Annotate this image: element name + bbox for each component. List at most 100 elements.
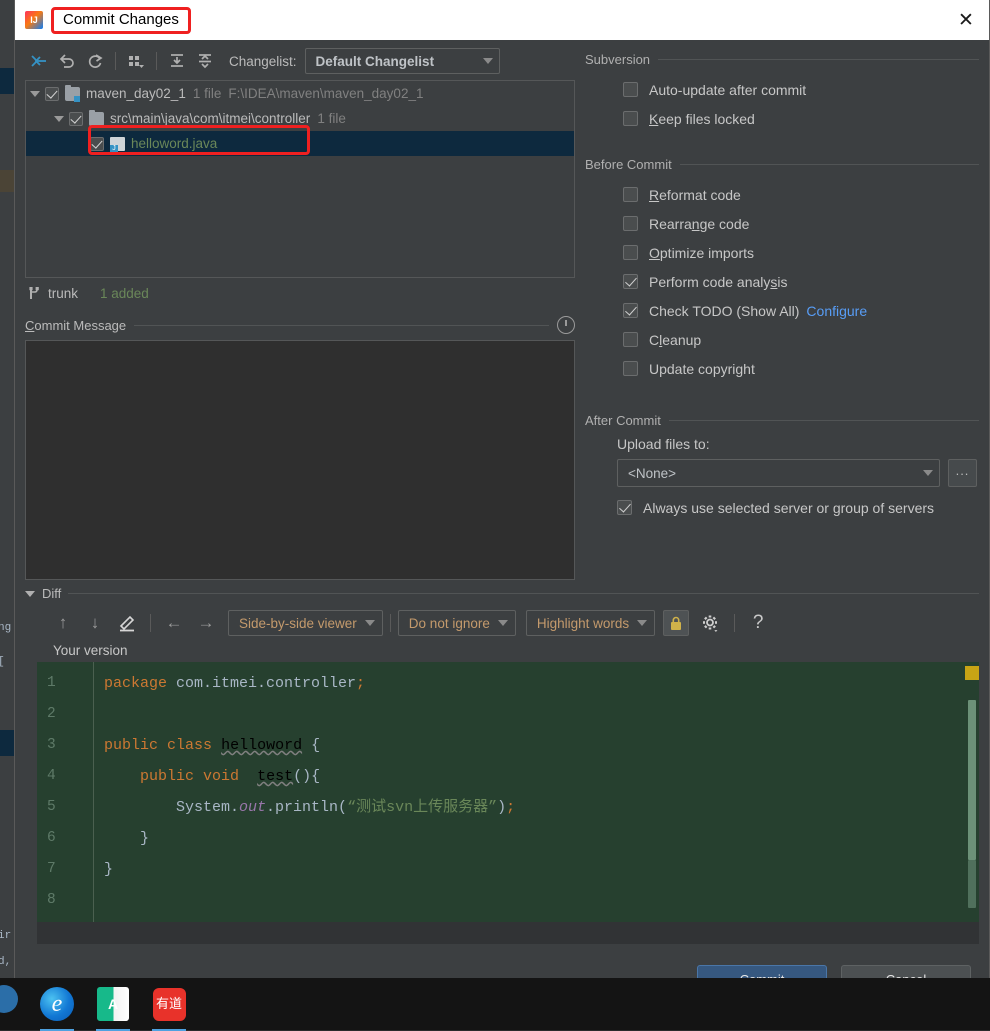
dialog-titlebar: Commit Changes ✕ (15, 0, 989, 40)
branch-icon (27, 286, 41, 301)
changelist-value: Default Changelist (316, 54, 435, 69)
code-token: ; (506, 799, 515, 816)
group-by-icon[interactable] (122, 48, 150, 74)
rollback-icon[interactable] (53, 48, 81, 74)
ignore-mode-dropdown[interactable]: Do not ignore (398, 610, 516, 636)
checkbox[interactable] (623, 187, 638, 202)
upload-files-to-label: Upload files to: (585, 436, 979, 452)
option-update-copyright[interactable]: Update copyright (585, 354, 979, 383)
collapse-all-icon[interactable] (191, 48, 219, 74)
taskbar-item-edge[interactable]: e (38, 985, 76, 1023)
taskbar-partial-icon[interactable] (4, 985, 20, 1023)
code-token: class (167, 737, 212, 754)
branch-status-row: trunk 1 added (25, 278, 575, 308)
code-content[interactable]: package com.itmei.controller; public cla… (94, 662, 979, 922)
scrollbar-thumb[interactable] (968, 700, 976, 860)
code-token: ; (356, 675, 365, 692)
code-token: ) (497, 799, 506, 816)
refresh-icon[interactable] (81, 48, 109, 74)
row-checkbox[interactable] (45, 87, 59, 101)
row-name: maven_day02_1 (86, 86, 186, 101)
line-number: 2 (37, 699, 93, 730)
option-rearrange-code[interactable]: Rearrange code (585, 209, 979, 238)
checkbox[interactable] (623, 303, 638, 318)
commit-changes-dialog: Commit Changes ✕ (14, 0, 990, 992)
checkbox[interactable] (623, 111, 638, 126)
next-difference-icon[interactable]: ↓ (79, 610, 111, 636)
checkbox[interactable] (617, 500, 632, 515)
line-number: 4 (37, 761, 93, 792)
ide-left-text-fragment-2: [ (0, 656, 5, 668)
clock-history-icon[interactable] (557, 316, 575, 334)
apply-left-icon[interactable]: ← (158, 610, 190, 636)
diff-section-header[interactable]: Diff (25, 586, 979, 601)
option-label: Always use selected server or group of s… (643, 500, 934, 516)
code-token (239, 768, 257, 785)
checkbox[interactable] (623, 361, 638, 376)
dialog-body: Changelist: Default Changelist maven_day… (15, 40, 989, 991)
code-token: public (104, 737, 158, 754)
configure-todo-link[interactable]: Configure (806, 303, 867, 319)
table-row[interactable]: helloword.java (26, 131, 574, 156)
module-folder-icon (65, 87, 80, 101)
browse-servers-button[interactable]: ... (948, 459, 977, 487)
line-number: 1 (37, 668, 93, 699)
option-auto-update-after-commit[interactable]: Auto-update after commit (585, 75, 979, 104)
toolbar-separator-2 (390, 614, 391, 632)
spacer (585, 387, 979, 413)
help-icon[interactable]: ? (742, 610, 774, 636)
row-checkbox[interactable] (90, 137, 104, 151)
checkbox[interactable] (623, 245, 638, 260)
chevron-down-icon (365, 620, 375, 626)
lock-icon[interactable] (663, 610, 689, 636)
checkbox[interactable] (623, 82, 638, 97)
changelist-dropdown[interactable]: Default Changelist (305, 48, 500, 74)
option-perform-code-analysis[interactable]: Perform code analysis (585, 267, 979, 296)
row-file-count: 1 file (193, 86, 222, 101)
commit-message-label: Commit Message (25, 318, 126, 333)
commit-message-input[interactable] (25, 340, 575, 580)
taskbar-item-translator[interactable]: A (94, 985, 132, 1023)
edit-source-icon[interactable] (111, 610, 143, 636)
apply-right-icon[interactable]: → (190, 610, 222, 636)
before-commit-section-title: Before Commit (585, 157, 672, 172)
code-token: void (203, 768, 239, 785)
gear-icon[interactable] (695, 610, 727, 636)
move-to-another-changelist-icon[interactable] (25, 48, 53, 74)
diff-editor[interactable]: 1 2 3 4 5 6 7 8 package com.itmei.contro… (37, 662, 979, 922)
expand-arrow-icon[interactable] (54, 116, 64, 122)
option-cleanup[interactable]: Cleanup (585, 325, 979, 354)
expand-all-icon[interactable] (163, 48, 191, 74)
checkbox[interactable] (623, 274, 638, 289)
code-line (104, 885, 979, 916)
line-number: 7 (37, 854, 93, 885)
option-label: Keep files locked (649, 111, 755, 127)
checkbox[interactable] (623, 216, 638, 231)
chevron-down-icon[interactable] (25, 591, 35, 597)
option-optimize-imports[interactable]: Optimize imports (585, 238, 979, 267)
option-check-todo[interactable]: Check TODO (Show All) Configure (585, 296, 979, 325)
option-label: Optimize imports (649, 245, 754, 261)
checkbox[interactable] (623, 332, 638, 347)
editor-scrollbar[interactable] (965, 662, 979, 922)
upload-server-dropdown[interactable]: <None> (617, 459, 940, 487)
scrollbar-thumb-secondary[interactable] (968, 860, 976, 908)
table-row[interactable]: maven_day02_1 1 file F:\IDEA\maven\maven… (26, 81, 574, 106)
code-token: package (104, 675, 167, 692)
table-row[interactable]: src\main\java\com\itmei\controller 1 fil… (26, 106, 574, 131)
option-keep-files-locked[interactable]: Keep files locked (585, 104, 979, 133)
ide-left-text-fragment-1: ng (0, 622, 11, 634)
highlight-mode-dropdown[interactable]: Highlight words (526, 610, 655, 636)
previous-difference-icon[interactable]: ↑ (47, 610, 79, 636)
taskbar-item-youdao[interactable]: 有道 (150, 985, 188, 1023)
close-icon[interactable]: ✕ (943, 0, 989, 40)
divider (658, 59, 979, 60)
row-checkbox[interactable] (69, 112, 83, 126)
option-always-use-selected-server[interactable]: Always use selected server or group of s… (585, 493, 979, 522)
changed-files-tree[interactable]: maven_day02_1 1 file F:\IDEA\maven\maven… (25, 80, 575, 278)
error-stripe-marker[interactable] (965, 666, 979, 680)
option-label: Check TODO (Show All) (649, 303, 799, 319)
option-reformat-code[interactable]: Reformat code (585, 180, 979, 209)
expand-arrow-icon[interactable] (30, 91, 40, 97)
viewer-mode-dropdown[interactable]: Side-by-side viewer (228, 610, 383, 636)
